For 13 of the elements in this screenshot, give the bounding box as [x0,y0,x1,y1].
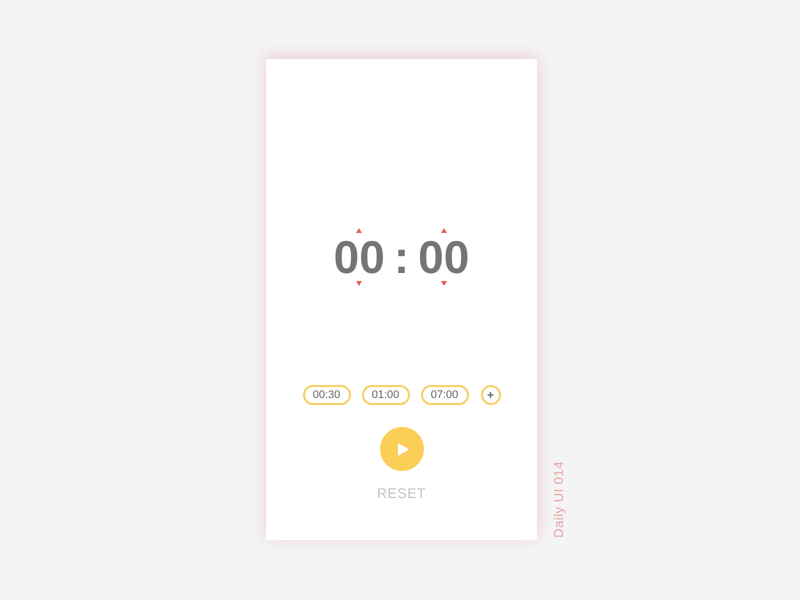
preset-chip[interactable]: 07:00 [420,385,468,405]
time-separator: : [394,234,410,280]
play-icon [398,442,408,456]
decrement-arrow-icon[interactable] [356,281,362,286]
increment-arrow-icon[interactable] [356,228,362,233]
preset-chip[interactable]: 00:30 [302,385,350,405]
preset-chip[interactable]: 01:00 [362,385,410,405]
add-preset-button[interactable]: + [480,385,500,405]
increment-arrow-icon[interactable] [440,228,447,233]
decrement-arrow-icon[interactable] [440,281,447,286]
caption-text: Daily UI 014 [552,461,565,538]
time-digits: 00 [418,234,470,280]
time-digits: 00 [334,234,385,280]
